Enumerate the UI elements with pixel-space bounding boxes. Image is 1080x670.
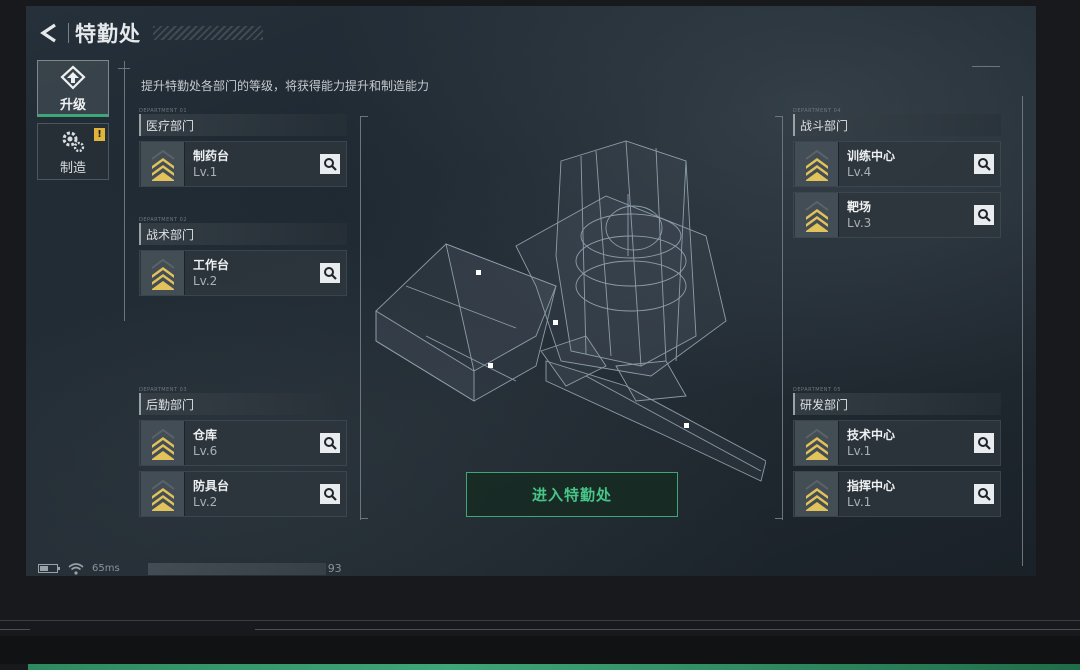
header: 特勤处 [38, 18, 263, 48]
sidebar-item-craft[interactable]: ! 制造 [37, 123, 109, 180]
facility-card[interactable]: 靶场 Lv.3 [793, 192, 1001, 238]
facility-level: Lv.2 [193, 273, 218, 288]
wifi-icon [68, 562, 84, 575]
page-subtitle: 提升特勤处各部门的等级，将获得能力提升和制造能力 [141, 79, 430, 93]
hud-line [782, 116, 783, 520]
facility-blueprint [375, 140, 766, 482]
facility-card[interactable]: 技术中心 Lv.1 [793, 420, 1001, 466]
facility-name: 技术中心 [847, 427, 896, 442]
rank-chevron-icon [795, 193, 839, 237]
rank-chevron-icon [141, 142, 185, 186]
upgrade-icon [60, 65, 86, 90]
footer-strip [0, 636, 1080, 664]
hud-line [360, 116, 368, 117]
search-icon[interactable] [974, 433, 994, 453]
facility-name: 靶场 [847, 199, 872, 214]
rank-chevron-icon [141, 421, 185, 465]
facility-card[interactable]: 训练中心 Lv.4 [793, 141, 1001, 187]
sidebar-item-label: 制造 [59, 160, 86, 176]
rank-chevron-icon [795, 472, 839, 516]
facility-level: Lv.1 [193, 164, 218, 179]
hud-line [124, 61, 125, 321]
facility-name: 工作台 [193, 257, 230, 272]
facility-name: 训练中心 [847, 148, 896, 163]
department-title: 战斗部门 [793, 114, 1001, 136]
uid-tail: 93 [327, 562, 342, 575]
rank-chevron-icon [795, 421, 839, 465]
facility-name: 制药台 [193, 148, 230, 163]
hud-line [1022, 96, 1023, 566]
sidebar-item-upgrade[interactable]: 升级 [37, 60, 109, 117]
facility-name: 防具台 [193, 478, 230, 493]
page-title: 特勤处 [75, 22, 141, 46]
enter-button[interactable]: 进入特勤处 [466, 472, 678, 517]
battery-icon [38, 564, 60, 573]
department-title: 医疗部门 [139, 114, 347, 136]
rank-chevron-icon [795, 142, 839, 186]
facility-level: Lv.6 [193, 443, 218, 458]
hud-line [972, 66, 1000, 67]
search-icon[interactable] [974, 484, 994, 504]
department-tactical: DEPARTMENT 02 战术部门 工作台 Lv.2 [139, 217, 347, 296]
uid-redacted [147, 562, 326, 575]
facility-level: Lv.3 [847, 215, 872, 230]
facility-name: 指挥中心 [847, 478, 896, 493]
department-title: 战术部门 [139, 223, 347, 245]
department-medical: DEPARTMENT 01 医疗部门 制药台 Lv.1 [139, 108, 347, 187]
department-combat: DEPARTMENT 04 战斗部门 训练中心 Lv.4 靶场 Lv.3 [793, 108, 1001, 238]
facility-level: Lv.1 [847, 494, 872, 509]
department-logistics: DEPARTMENT 03 后勤部门 仓库 Lv.6 防具台 Lv.2 [139, 387, 347, 517]
search-icon[interactable] [320, 484, 340, 504]
status-bar: 65ms 93 [38, 562, 342, 575]
hud-line [775, 518, 783, 519]
sidebar: 升级 ! 制造 [37, 60, 111, 186]
hud-line [360, 116, 361, 520]
facility-card[interactable]: 指挥中心 Lv.1 [793, 471, 1001, 517]
facility-card[interactable]: 防具台 Lv.2 [139, 471, 347, 517]
game-window-frame: 特勤处 升级 ! 制造 提升特勤处各部门的等级，将获得能力提升和制造能力 DEP… [0, 0, 1080, 670]
ping-value: 65ms [92, 563, 120, 574]
hud-line [118, 68, 130, 69]
game-screen: 特勤处 升级 ! 制造 提升特勤处各部门的等级，将获得能力提升和制造能力 DEP… [26, 6, 1036, 576]
progress-accent [28, 664, 1080, 670]
title-stripes [153, 26, 263, 40]
divider [255, 629, 1080, 630]
search-icon[interactable] [320, 154, 340, 174]
facility-card[interactable]: 仓库 Lv.6 [139, 420, 347, 466]
rank-chevron-icon [141, 472, 185, 516]
divider [0, 629, 30, 630]
hud-line [775, 116, 783, 117]
rank-chevron-icon [141, 251, 185, 295]
facility-level: Lv.2 [193, 494, 218, 509]
search-icon[interactable] [974, 154, 994, 174]
sidebar-item-label: 升级 [59, 97, 86, 113]
department-title: 后勤部门 [139, 393, 347, 415]
search-icon[interactable] [320, 263, 340, 283]
divider [0, 620, 1080, 621]
facility-card[interactable]: 工作台 Lv.2 [139, 250, 347, 296]
facility-card[interactable]: 制药台 Lv.1 [139, 141, 347, 187]
facility-name: 仓库 [193, 427, 218, 442]
department-research: DEPARTMENT 05 研发部门 技术中心 Lv.1 指挥中心 Lv.1 [793, 387, 1001, 517]
search-icon[interactable] [320, 433, 340, 453]
header-divider [68, 23, 69, 43]
facility-level: Lv.4 [847, 164, 872, 179]
facility-level: Lv.1 [847, 443, 872, 458]
back-arrow-icon[interactable] [38, 21, 62, 45]
department-title: 研发部门 [793, 393, 1001, 415]
search-icon[interactable] [974, 205, 994, 225]
notification-badge: ! [94, 128, 105, 141]
hud-line [360, 518, 368, 519]
gear-icon [62, 131, 85, 152]
